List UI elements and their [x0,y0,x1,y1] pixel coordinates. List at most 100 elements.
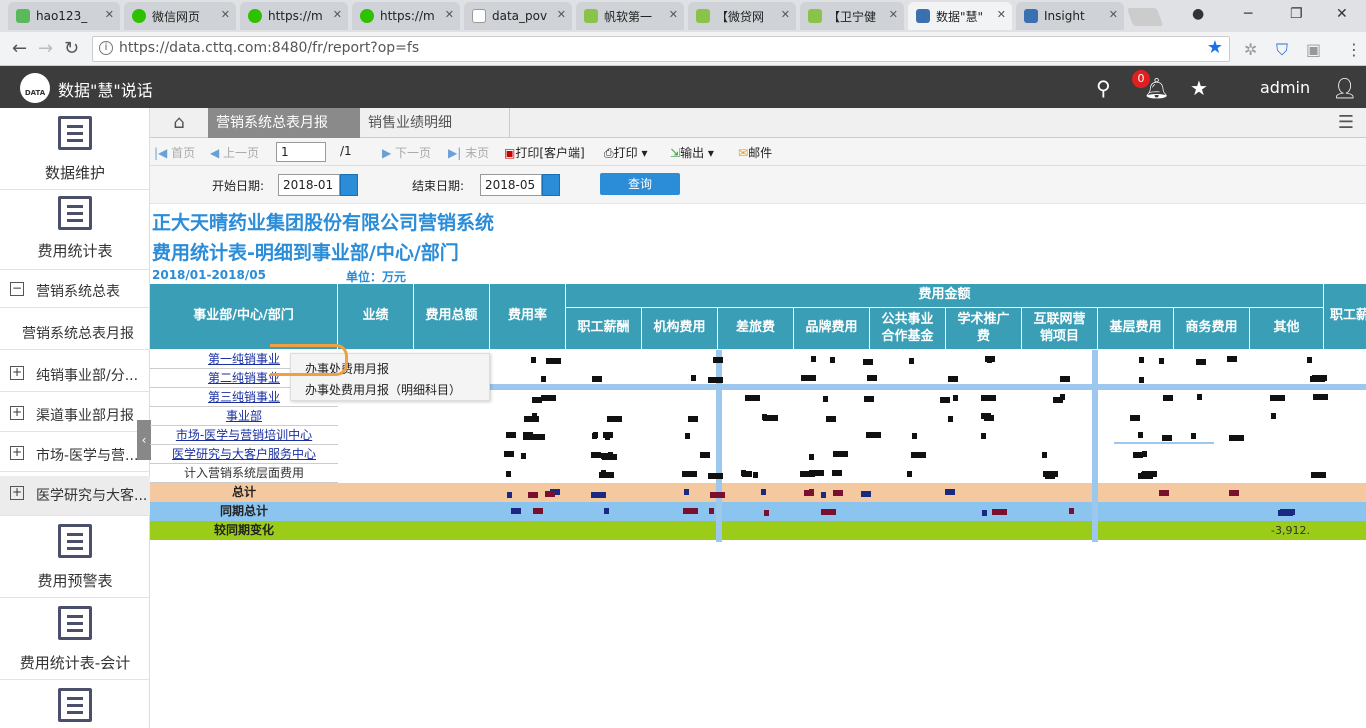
close-icon[interactable]: ✕ [997,8,1006,21]
prev-page-button[interactable]: ◀ 上一页 [210,144,259,161]
print-client-button[interactable]: ▣打印[客户端] [504,144,585,161]
reload-icon[interactable]: ↻ [64,38,79,59]
forward-icon[interactable]: → [38,38,53,59]
noise-pixel [745,395,760,401]
home-icon[interactable]: ⌂ [150,108,208,138]
expand-icon[interactable]: + [10,366,24,380]
back-icon[interactable]: ← [12,38,27,59]
username[interactable]: admin [1260,78,1310,97]
table-row-label[interactable]: 事业部 [150,407,338,426]
extension-icon[interactable]: ✲ [1244,40,1257,59]
bookmark-star-icon[interactable]: ★ [1207,37,1223,58]
restore-icon[interactable]: ❐ [1290,6,1303,22]
noise-pixel [811,356,816,362]
calendar-icon[interactable] [542,174,560,196]
print-button[interactable]: ⎙打印 ▾ [604,144,647,161]
window-close-icon[interactable]: ✕ [1336,6,1348,22]
sidebar-tree-market-medical[interactable]: + 市场-医学与营... [0,436,150,472]
sidebar-item-more[interactable] [0,680,150,728]
browser-tab[interactable]: 帆软第一 ✕ [576,2,684,30]
sidebar-tree-direct-sales[interactable]: + 纯销事业部/分... [0,356,150,392]
noise-pixel [1142,471,1157,477]
search-icon[interactable]: ⚲ [1096,76,1111,100]
browser-tab[interactable]: hao123_ ✕ [8,2,120,30]
shield-icon[interactable]: ⛉ [1276,40,1288,60]
noise-pixel [691,375,696,381]
start-date-label: 开始日期: [212,179,265,193]
close-icon[interactable]: ✕ [557,8,566,21]
query-button[interactable]: 查询 [600,173,680,195]
extension-icon[interactable]: ▣ [1306,40,1321,59]
calendar-icon[interactable] [340,174,358,196]
favorites-star-icon[interactable]: ★ [1190,76,1208,100]
export-button[interactable]: ⇲输出 ▾ [670,144,714,161]
browser-tab[interactable]: https://m ✕ [352,2,460,30]
table-row-label[interactable]: 市场-医学与营销培训中心 [150,426,338,445]
user-icon[interactable]: 👤︎ [1332,76,1357,100]
tab-favicon-icon [1024,9,1038,23]
next-icon: ▶ [382,146,396,160]
close-icon[interactable]: ✕ [105,8,114,21]
sidebar-tree-channel[interactable]: + 渠道事业部月报 [0,396,150,432]
expand-icon[interactable]: + [10,486,24,500]
tab-marketing-total-monthly[interactable]: 营销系统总表月报 [208,108,360,138]
noise-pixel [1271,413,1276,419]
table-row-label[interactable]: 医学研究与大客户服务中心 [150,445,338,464]
close-icon[interactable]: ✕ [889,8,898,21]
close-icon[interactable]: ✕ [781,8,790,21]
noise-pixel [1307,357,1312,363]
page-number-input[interactable]: 1 [276,142,326,162]
profile-icon[interactable]: ● [1192,6,1204,22]
browser-tab[interactable]: 【微贷网 ✕ [688,2,796,30]
browser-tab[interactable]: 【卫宁健 ✕ [800,2,904,30]
sidebar-item-cost-alert[interactable]: 费用预警表 [0,516,150,598]
sidebar-tree-marketing-total[interactable]: − 营销系统总表 [0,272,150,308]
sidebar-tree-medical-research[interactable]: + 医学研究与大客... [0,476,150,516]
button-label: 末页 [465,146,490,160]
browser-tab-active[interactable]: 数据"慧" ✕ [908,2,1012,30]
tab-favicon-icon [916,9,930,23]
last-page-button[interactable]: ▶| 末页 [448,144,489,161]
expand-icon[interactable]: + [10,406,24,420]
next-page-button[interactable]: ▶ 下一页 [382,144,431,161]
sidebar-item-cost-statistics[interactable]: 费用统计表 [0,190,150,270]
close-icon[interactable]: ✕ [221,8,230,21]
close-icon[interactable]: ✕ [333,8,342,21]
pdf-icon: ▣ [504,146,516,160]
browser-tab[interactable]: Insight ✕ [1016,2,1124,30]
browser-tab[interactable]: 微信网页 ✕ [124,2,236,30]
collapse-icon[interactable]: − [10,282,24,296]
browser-tab[interactable]: data_pov ✕ [464,2,572,30]
parameter-panel: 开始日期: 2018-01 结束日期: 2018-05 查询 [150,166,1366,204]
minimize-icon[interactable]: ─ [1244,6,1252,22]
first-page-button[interactable]: |◀ 首页 [154,144,195,161]
sidebar-item-cost-statistics-accounting[interactable]: 费用统计表-会计 [0,598,150,680]
hamburger-menu-icon[interactable]: ☰ [1338,112,1354,133]
url-input[interactable]: i https://data.cttq.com:8480/fr/report?o… [92,36,1230,62]
noise-pixel [683,508,698,514]
menu-dots-icon[interactable]: ⋮ [1346,40,1362,59]
sidebar-collapse-button[interactable]: ‹ [137,420,151,460]
noise-pixel [1191,433,1196,439]
noise-pixel [1229,435,1244,441]
browser-tab[interactable]: https://m ✕ [240,2,348,30]
header-col: 互联网营 销项目 [1022,308,1098,350]
mail-button[interactable]: ✉邮件 [738,144,772,161]
sidebar-item-data-maintenance[interactable]: 数据维护 [0,108,150,190]
sidebar-item-marketing-total-monthly[interactable]: 营销系统总表月报 [0,314,150,350]
menu-item-office-monthly-detail[interactable]: 办事处费用月报（明细科目） [305,381,461,398]
noise-pixel [909,358,914,364]
noise-pixel [1045,471,1050,477]
expand-icon[interactable]: + [10,446,24,460]
info-icon[interactable]: i [99,41,113,55]
end-date-input[interactable]: 2018-05 [480,174,542,196]
start-date-input[interactable]: 2018-01 [278,174,340,196]
close-icon[interactable]: ✕ [1109,8,1118,21]
noise-pixel [867,375,877,381]
close-icon[interactable]: ✕ [669,8,678,21]
noise-pixel [1142,451,1147,457]
close-icon[interactable]: ✕ [445,8,454,21]
new-tab-button[interactable] [1126,8,1164,26]
noise-pixel [1042,452,1047,458]
tab-sales-detail[interactable]: 销售业绩明细 [360,108,510,138]
